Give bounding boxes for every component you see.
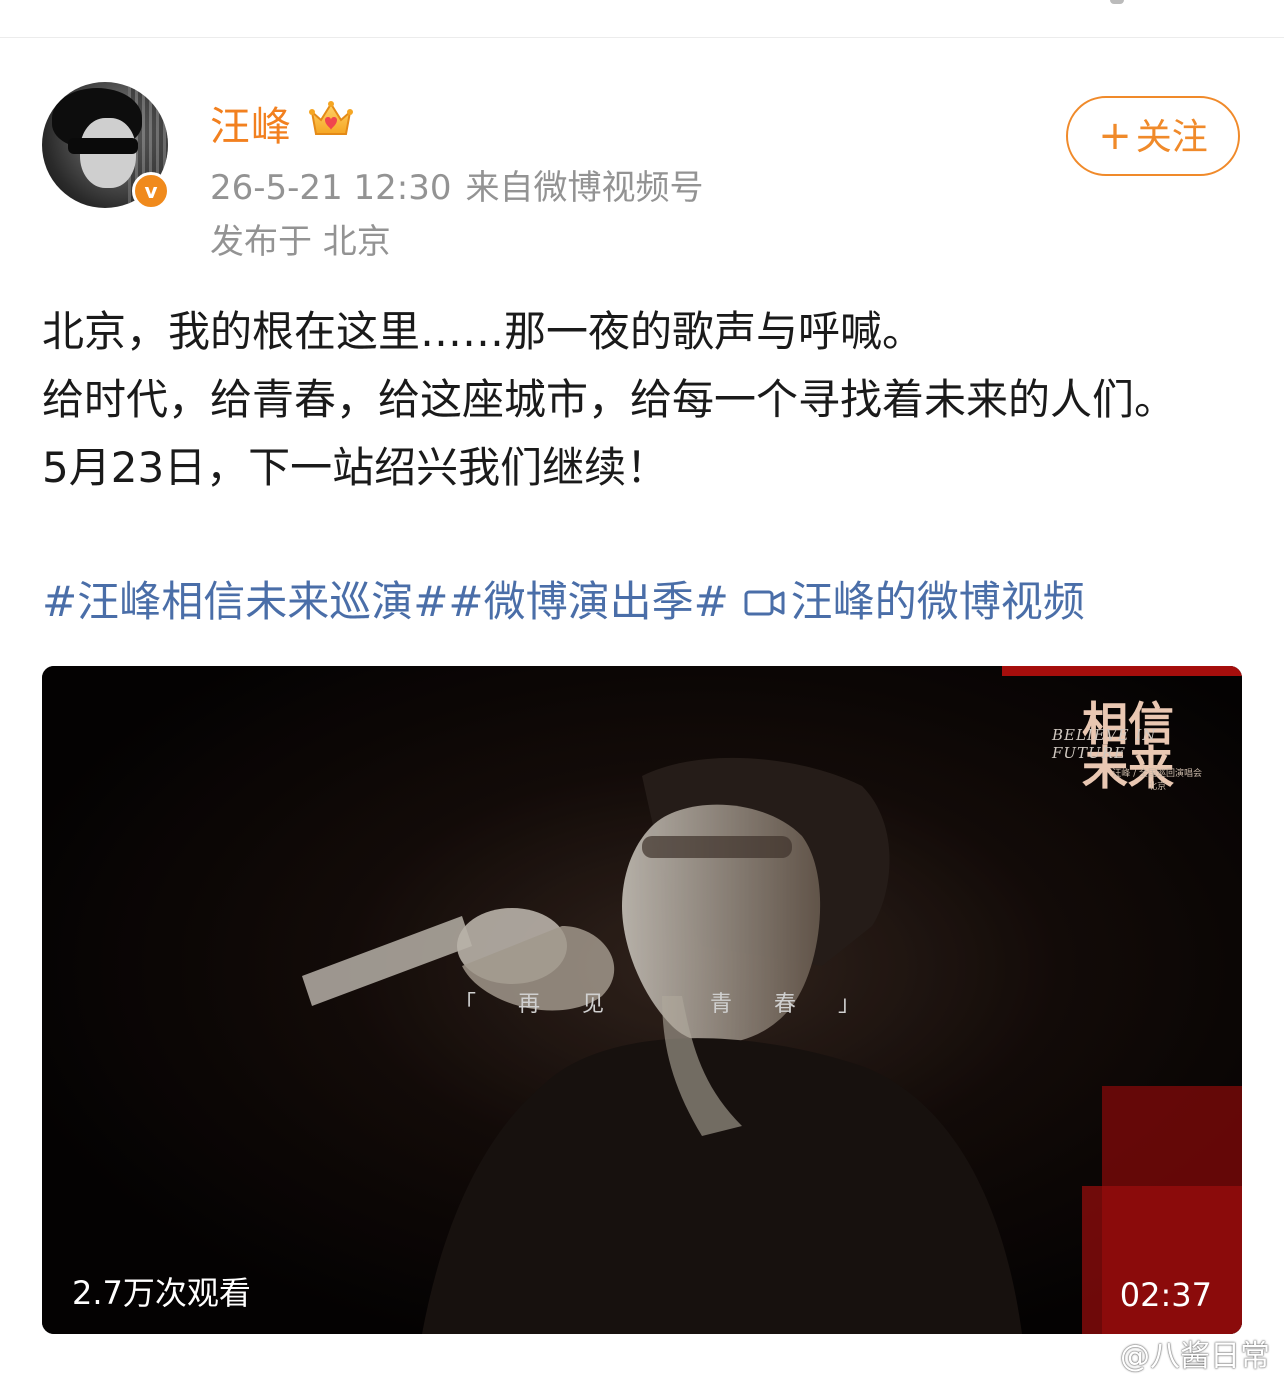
post-paragraph: 5月23日，下一站绍兴我们继续！ <box>42 443 669 492</box>
watermark-text: @八酱日常 <box>1120 1339 1270 1374</box>
verified-badge-icon: v <box>132 172 170 210</box>
post-paragraph: 给时代，给青春，给这座城市，给每一个寻找着未来的人们。 <box>42 375 1177 424</box>
plus-icon: + <box>1098 113 1132 159</box>
follow-label: 关注 <box>1135 117 1208 158</box>
watermark: @八酱日常 <box>1082 1331 1270 1375</box>
post-paragraph: 北京，我的根在这里……那一夜的歌声与呼喊。 <box>42 307 925 356</box>
video-duration: 02:37 <box>1119 1276 1212 1314</box>
topic-link[interactable]: #汪峰相信未来巡演# <box>42 577 448 626</box>
video-camera-icon <box>744 590 785 616</box>
view-count: 2.7万次观看 <box>72 1274 251 1312</box>
post-meta: 26-5-21 12:30 来自微博视频号 <box>210 160 704 209</box>
topic-links: #汪峰相信未来巡演##微博演出季# 汪峰的微博视频 <box>42 568 1085 636</box>
logo-english: BELIEVE IN FUTURE <box>1052 726 1157 762</box>
logo-subtitle: 汪峰 / 全国巡回演唱会 北京 <box>1112 769 1202 792</box>
post-body: 北京，我的根在这里……那一夜的歌声与呼喊。 给时代，给青春，给这座城市，给每一个… <box>42 298 1242 502</box>
top-bar <box>0 0 1284 38</box>
author-avatar[interactable]: v <box>42 82 170 210</box>
video-subtitle: 「再见 青春」 <box>454 992 903 1017</box>
post-source[interactable]: 来自微博视频号 <box>466 168 704 208</box>
weibo-logo-icon <box>1082 1344 1115 1370</box>
topic-link[interactable]: #微博演出季# <box>448 577 728 626</box>
post-location: 发布于 北京 <box>210 222 391 262</box>
follow-button[interactable]: + 关注 <box>1066 96 1240 176</box>
top-bar-indicator <box>1110 0 1124 4</box>
author-name[interactable]: 汪峰 <box>210 94 292 152</box>
video-player[interactable]: 相信 未来 BELIEVE IN FUTURE 汪峰 / 全国巡回演唱会 北京 … <box>42 666 1242 1334</box>
crown-icon <box>309 101 353 135</box>
video-link[interactable]: 汪峰的微博视频 <box>791 577 1085 626</box>
weibo-post-page: v 汪峰 26-5-21 12:30 来自微博视频号 发布于 北京 + 关注 北京，… <box>0 0 1284 1387</box>
post-timestamp: 26-5-21 12:30 <box>210 168 452 208</box>
